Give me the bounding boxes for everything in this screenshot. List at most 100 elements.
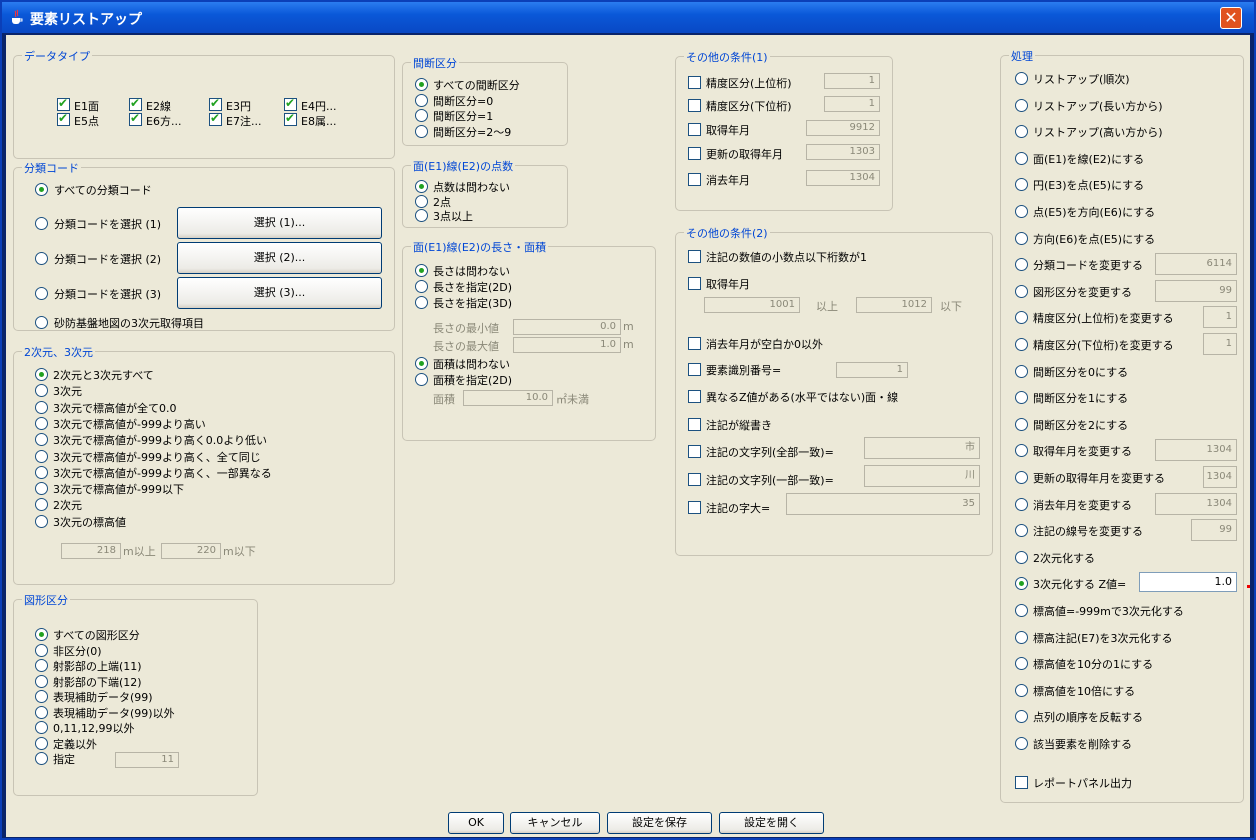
other1-field-4[interactable]: 1303 <box>806 144 880 160</box>
shori-radio-17[interactable] <box>1015 497 1028 511</box>
other1-field-1[interactable]: 1 <box>824 73 880 89</box>
tensu-radio-2[interactable] <box>415 194 428 208</box>
dim-radio-9[interactable] <box>35 498 48 512</box>
nagasa-max-field[interactable]: 1.0 <box>513 337 621 353</box>
dim-low-field[interactable]: 218 <box>61 543 121 559</box>
shori-radio-21[interactable] <box>1015 604 1028 617</box>
shori-radio-19[interactable] <box>1015 550 1028 564</box>
shori-radio-9[interactable] <box>1015 284 1028 298</box>
radio-bunrui-all[interactable] <box>35 183 48 196</box>
shori-radio-12[interactable] <box>1015 364 1028 378</box>
nagasa-min-field[interactable]: 0.0 <box>513 319 621 335</box>
radio-bunrui-sel3[interactable] <box>35 287 48 300</box>
tensu-radio-1[interactable] <box>415 180 428 193</box>
kandan-radio-3[interactable] <box>415 109 428 122</box>
cb-other2-shokyo[interactable] <box>688 337 701 350</box>
nagasa-radio-1[interactable] <box>415 264 428 277</box>
dim-radio-8[interactable] <box>35 482 48 496</box>
cb-datatype-8[interactable] <box>284 111 297 126</box>
radio-bunrui-sabo[interactable] <box>35 316 48 329</box>
cb-datatype-1[interactable] <box>57 96 70 111</box>
open-settings-button[interactable]: 設定を開く <box>719 812 824 834</box>
shori-radio-13[interactable] <box>1015 391 1028 405</box>
shori-field-15[interactable]: 1304 <box>1155 439 1237 462</box>
shori-radio-14[interactable] <box>1015 417 1028 431</box>
shori-radio-25[interactable] <box>1015 710 1028 724</box>
shori-field-17[interactable]: 1304 <box>1155 492 1237 515</box>
cb-other2-id[interactable] <box>688 363 701 376</box>
select2-button[interactable]: 選択 (2)... <box>177 242 382 274</box>
save-settings-button[interactable]: 設定を保存 <box>607 812 712 834</box>
zukei-shitei-field[interactable]: 11 <box>115 752 179 768</box>
shori-field-9[interactable]: 99 <box>1155 279 1237 302</box>
shori-radio-11[interactable] <box>1015 338 1028 351</box>
zukei-radio-5[interactable] <box>35 690 48 703</box>
shori-radio-18[interactable] <box>1015 524 1028 538</box>
cb-datatype-7[interactable] <box>209 111 222 126</box>
shori-field-20[interactable]: 1.0 <box>1139 572 1237 593</box>
other2-size-field[interactable]: 35 <box>786 493 980 515</box>
dim-radio-4[interactable] <box>35 416 48 430</box>
zukei-radio-8[interactable] <box>35 736 48 750</box>
other2-year-to-field[interactable]: 1012 <box>856 297 932 313</box>
shori-field-11[interactable]: 1 <box>1203 333 1237 355</box>
shori-radio-20[interactable] <box>1015 577 1028 591</box>
other2-partial-field[interactable]: 川 <box>864 465 980 487</box>
cb-datatype-5[interactable] <box>57 111 70 126</box>
cb-datatype-2[interactable] <box>129 96 142 111</box>
area-field[interactable]: 10.0 <box>463 390 553 406</box>
cb-other1-3[interactable] <box>688 123 701 136</box>
zukei-radio-9[interactable] <box>35 752 48 765</box>
other2-year-from-field[interactable]: 1001 <box>704 297 800 313</box>
cb-other1-1[interactable] <box>688 76 701 89</box>
shori-radio-5[interactable] <box>1015 178 1028 192</box>
cb-other2-size[interactable] <box>688 501 701 514</box>
shori-radio-8[interactable] <box>1015 258 1028 272</box>
dim-radio-3[interactable] <box>35 400 48 414</box>
radio-area-any[interactable] <box>415 357 428 370</box>
shori-radio-26[interactable] <box>1015 737 1028 750</box>
title-bar[interactable]: 要素リストアップ ✕ <box>2 2 1254 33</box>
shori-field-16[interactable]: 1304 <box>1203 466 1237 488</box>
dim-radio-10[interactable] <box>35 514 48 528</box>
cb-other2-vertical[interactable] <box>688 418 701 431</box>
dim-radio-2[interactable] <box>35 384 48 398</box>
cancel-button[interactable]: キャンセル <box>510 812 600 834</box>
shori-radio-6[interactable] <box>1015 205 1028 218</box>
cb-other1-4[interactable] <box>688 147 701 160</box>
shori-field-8[interactable]: 6114 <box>1155 253 1237 276</box>
radio-bunrui-sel1[interactable] <box>35 217 48 230</box>
cb-other2-year[interactable] <box>688 277 701 290</box>
dim-radio-5[interactable] <box>35 433 48 447</box>
shori-field-10[interactable]: 1 <box>1203 306 1237 329</box>
zukei-radio-7[interactable] <box>35 721 48 734</box>
zukei-radio-3[interactable] <box>35 659 48 672</box>
shori-radio-24[interactable] <box>1015 683 1028 697</box>
other1-field-5[interactable]: 1304 <box>806 170 880 186</box>
radio-area-2d[interactable] <box>415 373 428 386</box>
other2-id-field[interactable]: 1 <box>836 362 908 378</box>
shori-radio-3[interactable] <box>1015 125 1028 139</box>
cb-datatype-4[interactable] <box>284 96 297 111</box>
other1-field-3[interactable]: 9912 <box>806 120 880 136</box>
shori-radio-4[interactable] <box>1015 151 1028 165</box>
zukei-radio-6[interactable] <box>35 705 48 719</box>
cb-other2-z[interactable] <box>688 390 701 403</box>
shori-radio-16[interactable] <box>1015 471 1028 484</box>
kandan-radio-2[interactable] <box>415 93 428 107</box>
dim-radio-7[interactable] <box>35 465 48 479</box>
shori-radio-10[interactable] <box>1015 311 1028 325</box>
cb-other2-full[interactable] <box>688 445 701 458</box>
other2-full-field[interactable]: 市 <box>864 437 980 459</box>
tensu-radio-3[interactable] <box>415 209 428 222</box>
nagasa-radio-2[interactable] <box>415 279 428 293</box>
nagasa-radio-3[interactable] <box>415 295 428 309</box>
shori-radio-1[interactable] <box>1015 72 1028 85</box>
ok-button[interactable]: OK <box>448 812 504 834</box>
shori-radio-15[interactable] <box>1015 444 1028 458</box>
cb-other2-decimal[interactable] <box>688 250 701 263</box>
select3-button[interactable]: 選択 (3)... <box>177 277 382 309</box>
other1-field-2[interactable]: 1 <box>824 96 880 112</box>
shori-radio-2[interactable] <box>1015 98 1028 112</box>
shori-radio-23[interactable] <box>1015 657 1028 671</box>
